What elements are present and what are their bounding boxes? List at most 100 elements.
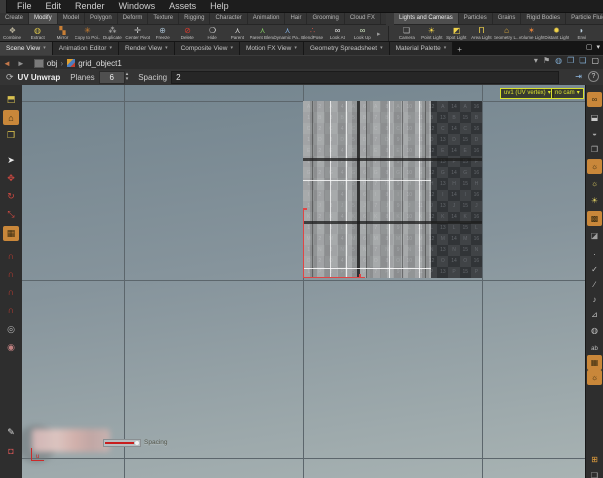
light-pin-icon[interactable]: ☼	[587, 370, 602, 385]
translate-tool-icon[interactable]: ✥	[3, 171, 19, 186]
shelf-tool-center-pivot[interactable]: ✛Center Pivot	[125, 26, 150, 41]
link-panes-icon[interactable]: ❐	[567, 56, 574, 65]
shelf-tool-camera[interactable]: ❏Camera	[394, 26, 419, 41]
select-tool-icon[interactable]: ➤	[3, 153, 19, 168]
shade-mode-icon[interactable]: ∞	[587, 92, 602, 107]
shelf-tab-volume[interactable]: Volume	[381, 13, 386, 24]
shelf-tool-parent-blend[interactable]: ⋏Parent Blend	[250, 26, 275, 41]
view-pivot-icon[interactable]: ◎	[3, 322, 19, 337]
shelf-tab-particle-fluids[interactable]: Particle Fluids	[566, 13, 603, 24]
spacing-handle-slider[interactable]	[103, 439, 141, 447]
shelf-tool-freeze[interactable]: ⊕Freeze	[150, 26, 175, 41]
shelf-tool-hide[interactable]: ❍Hide	[200, 26, 225, 41]
follow-node-icon[interactable]: ❏	[579, 56, 586, 65]
shelf-tool-look-at[interactable]: ∞Look At	[325, 26, 350, 41]
group-list-icon[interactable]: ◍	[587, 323, 602, 338]
shelf-tool-dynamic-pa-[interactable]: ⋏Dynamic Pa...	[275, 26, 300, 41]
geometry-state-icon[interactable]: ❒	[3, 128, 19, 143]
points-display-icon[interactable]: ·	[587, 247, 602, 262]
brush-tool-icon[interactable]: ✎	[3, 425, 19, 440]
chevron-down-icon[interactable]: ▾	[294, 42, 297, 55]
pane-tab-scene-view[interactable]: Scene View▾	[0, 42, 53, 55]
snapshot-icon[interactable]: ❏	[587, 468, 602, 478]
shelf-tab-rigging[interactable]: Rigging	[179, 13, 210, 24]
shelf-tab-character[interactable]: Character	[210, 13, 247, 24]
pane-layout-icon[interactable]: ⊞	[587, 452, 602, 467]
breadcrumb-node[interactable]: grid_object1	[75, 59, 125, 68]
shelf-tab-hair[interactable]: Hair	[285, 13, 307, 24]
uv-transform-tool-icon[interactable]: ▦	[3, 226, 19, 241]
shelf-tool-parent[interactable]: ⋏Parent	[225, 26, 250, 41]
view-mode-icon[interactable]: ◉	[3, 340, 19, 355]
shelf-tab-grains[interactable]: Grains	[493, 13, 522, 24]
menu-file[interactable]: File	[10, 0, 39, 13]
shelf-tab-model[interactable]: Model	[58, 13, 85, 24]
shelf-tool-distant-light[interactable]: ✹Distant Light	[544, 26, 569, 41]
shelf-tool-look-up[interactable]: ∞Look Up	[350, 26, 375, 41]
shelf-tab-rigid-bodies[interactable]: Rigid Bodies	[521, 13, 566, 24]
chevron-down-icon[interactable]: ▾	[380, 42, 383, 55]
add-pane-tab-button[interactable]: +	[453, 45, 466, 55]
menu-windows[interactable]: Windows	[112, 0, 163, 13]
lock-camera-icon[interactable]: ⬓	[587, 110, 602, 125]
snap-multi-icon[interactable]: ∩	[3, 302, 19, 317]
headlight-icon[interactable]: ☼	[587, 159, 602, 174]
maximize-icon[interactable]: ▢	[591, 56, 599, 65]
text-overlay-icon[interactable]: ab	[587, 341, 602, 356]
shelf-tab-create[interactable]: Create	[0, 13, 29, 24]
shadows-icon[interactable]: ◪	[587, 228, 602, 243]
pane-tab-geometry-spreadsheet[interactable]: Geometry Spreadsheet▾	[304, 42, 390, 55]
menu-assets[interactable]: Assets	[162, 0, 203, 13]
breadcrumb-root[interactable]: obj	[44, 59, 61, 68]
pane-split-icon[interactable]: ▢	[586, 43, 593, 51]
shelf-tool-mirror[interactable]: ▚Mirror	[50, 26, 75, 41]
shelf-tool-envi[interactable]: ◗Envi	[569, 26, 594, 41]
shelf-tool-volume-light[interactable]: ✶Volume Light	[519, 26, 544, 41]
profile-curve-icon[interactable]: ∕	[587, 277, 602, 292]
shelf-tab-grooming[interactable]: Grooming	[307, 13, 344, 24]
normal-lights-icon[interactable]: ☼	[587, 176, 602, 191]
snap-grid-icon[interactable]: ∩	[3, 284, 19, 299]
back-button[interactable]: ◄	[0, 59, 14, 68]
shelf-tab-cloud-fx[interactable]: Cloud FX	[345, 13, 381, 24]
selected-uv-edge[interactable]	[303, 277, 365, 278]
combo-arrow-icon[interactable]: ▾	[534, 56, 538, 65]
shelf-tab-polygon[interactable]: Polygon	[85, 13, 118, 24]
keyframe-icon[interactable]: ⇥	[575, 72, 582, 81]
pin-icon[interactable]: ⚑	[543, 56, 550, 65]
shelf-tool-point-light[interactable]: ☀Point Light	[419, 26, 444, 41]
pane-menu-icon[interactable]: ▾	[596, 43, 600, 51]
spacing-slider-knob[interactable]	[135, 441, 139, 445]
layout-state-icon[interactable]: ⬒	[3, 92, 19, 107]
chevron-down-icon[interactable]: ▾	[109, 42, 112, 55]
pane-tab-render-view[interactable]: Render View▾	[119, 42, 175, 55]
sculpt-tool-icon[interactable]: ◘	[3, 443, 19, 458]
shelf-overflow-arrow[interactable]: ▸	[375, 26, 381, 41]
shelf-tool-geometry-l-[interactable]: ⌂Geometry L...	[494, 26, 519, 41]
shelf-tab-animation[interactable]: Animation	[248, 13, 286, 24]
snap-edges-icon[interactable]: ∩	[3, 266, 19, 281]
ghost-objects-icon[interactable]: ◒	[587, 126, 602, 141]
forward-button[interactable]: ►	[14, 59, 28, 68]
shelf-tab-deform[interactable]: Deform	[118, 13, 149, 24]
shelf-tab-texture[interactable]: Texture	[148, 13, 179, 24]
planes-field[interactable]: 6	[99, 71, 125, 84]
help-icon[interactable]: ?	[588, 71, 599, 82]
spacing-field[interactable]: 2	[171, 71, 559, 84]
markers-check-icon[interactable]: ✓	[587, 262, 602, 277]
high-quality-light-icon[interactable]: ☀	[587, 193, 602, 208]
normals-display-icon[interactable]: ⊿	[587, 307, 602, 322]
scale-tool-icon[interactable]: ⤡	[3, 207, 19, 222]
uv-viewport-canvas[interactable]: A2A4A6A8A10A12A14A161B3B5B7B9B11B13B15BC…	[22, 85, 585, 478]
shelf-tool-delete[interactable]: ⊘Delete	[175, 26, 200, 41]
camera-select-button[interactable]: no cam▾	[551, 88, 584, 99]
pane-tab-motion-fx-view[interactable]: Motion FX View▾	[240, 42, 304, 55]
menu-help[interactable]: Help	[203, 0, 236, 13]
menu-edit[interactable]: Edit	[39, 0, 69, 13]
audio-note-icon[interactable]: ♪	[587, 292, 602, 307]
uv-set-button[interactable]: uv1 (UV vertex)▾	[500, 88, 555, 99]
selected-uv-edge[interactable]	[303, 209, 304, 278]
shelf-tool-combine[interactable]: ❖Combine	[0, 26, 25, 41]
chevron-down-icon[interactable]: ▾	[230, 42, 233, 55]
rotate-tool-icon[interactable]: ↻	[3, 189, 19, 204]
